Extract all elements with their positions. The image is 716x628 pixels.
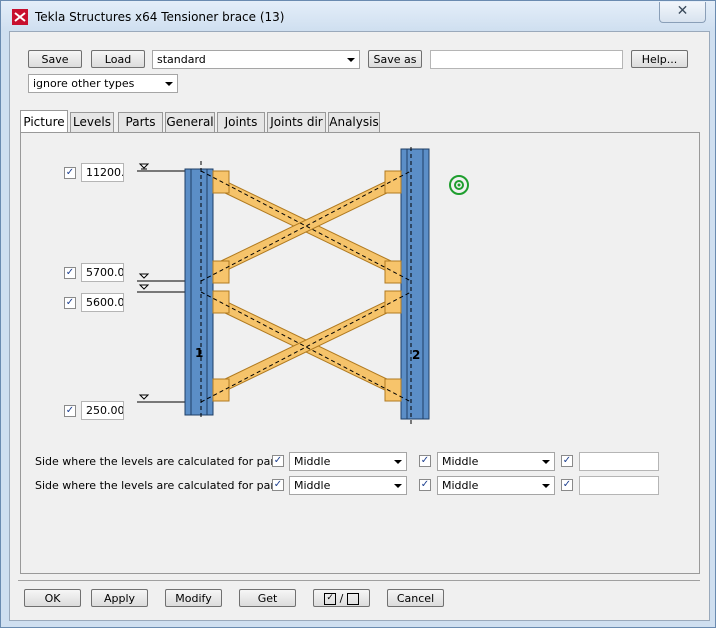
filter-value: ignore other types (33, 77, 135, 90)
column-right (400, 147, 430, 427)
level-input-2[interactable]: 5700.00 (81, 263, 124, 282)
cancel-button[interactable]: Cancel (387, 589, 444, 607)
window-title: Tekla Structures x64 Tensioner brace (13… (35, 10, 285, 24)
picture-panel: 1 2 ✓ 11200.0 ✓ 5700.00 ✓ 5600.00 ✓ 250.… (20, 132, 700, 574)
tab-joints[interactable]: Joints (217, 112, 265, 132)
side-row-1-select-1[interactable]: Middle (289, 452, 407, 471)
side-row-2-checkbox-3[interactable]: ✓ (561, 479, 573, 491)
chevron-down-icon (165, 82, 173, 86)
side-row-1-select-2[interactable]: Middle (437, 452, 555, 471)
save-as-input[interactable] (430, 50, 623, 69)
dialog-window: Tekla Structures x64 Tensioner brace (13… (0, 0, 716, 628)
chevron-down-icon (394, 460, 402, 464)
close-button[interactable]: ✕ (659, 2, 706, 23)
apply-button[interactable]: Apply (91, 589, 148, 607)
tab-levels[interactable]: Levels (70, 112, 114, 132)
unchecked-box-icon (346, 593, 359, 605)
side-row-1-checkbox-2[interactable]: ✓ (419, 455, 431, 467)
level-checkbox-2[interactable]: ✓ (64, 267, 76, 279)
help-button[interactable]: Help... (631, 50, 688, 68)
level-input-3[interactable]: 5600.00 (81, 293, 124, 312)
chevron-down-icon (542, 460, 550, 464)
side-row-1-input[interactable] (579, 452, 659, 471)
tekla-logo-icon (12, 9, 28, 25)
side-row-2-checkbox-2[interactable]: ✓ (419, 479, 431, 491)
close-icon: ✕ (676, 3, 689, 19)
ok-button[interactable]: OK (24, 589, 81, 607)
preset-value: standard (157, 53, 206, 66)
column-right-label: 2 (412, 348, 420, 362)
load-button[interactable]: Load (91, 50, 145, 68)
modify-button[interactable]: Modify (165, 589, 222, 607)
dialog-body: Save Load standard Save as Help... ignor… (9, 31, 710, 621)
tab-picture[interactable]: Picture (20, 110, 68, 132)
filter-select[interactable]: ignore other types (28, 74, 178, 93)
tab-analysis[interactable]: Analysis (328, 112, 380, 132)
bottom-button-bar: OK Apply Modify Get ✓ / Cancel (10, 586, 709, 616)
side-row-2-select-1-value: Middle (294, 479, 331, 492)
toggle-separator: / (339, 592, 344, 605)
divider (18, 580, 700, 581)
chevron-down-icon (542, 484, 550, 488)
tab-general[interactable]: General (165, 112, 215, 132)
side-row-2-input[interactable] (579, 476, 659, 495)
title-bar[interactable]: Tekla Structures x64 Tensioner brace (13… (1, 1, 715, 31)
column-left (184, 161, 214, 417)
chevron-down-icon (394, 484, 402, 488)
side-row-2-select-2-value: Middle (442, 479, 479, 492)
tensioner-brace-diagram: 1 2 (137, 147, 469, 427)
side-row-1-select-2-value: Middle (442, 455, 479, 468)
side-row-1-checkbox-3[interactable]: ✓ (561, 455, 573, 467)
target-icon[interactable] (449, 175, 469, 195)
side-row-2-select-2[interactable]: Middle (437, 476, 555, 495)
chevron-down-icon (347, 58, 355, 62)
level-checkbox-1[interactable]: ✓ (64, 167, 76, 179)
side-row-2-label: Side where the levels are calculated for… (35, 479, 280, 492)
save-button[interactable]: Save (28, 50, 82, 68)
level-checkbox-4[interactable]: ✓ (64, 405, 76, 417)
level-input-4[interactable]: 250.00 (81, 401, 124, 420)
level-checkbox-3[interactable]: ✓ (64, 297, 76, 309)
toggle-checkboxes-button[interactable]: ✓ / (313, 589, 370, 607)
get-button[interactable]: Get (239, 589, 296, 607)
checked-box-icon: ✓ (324, 593, 337, 605)
side-row-2-checkbox-1[interactable]: ✓ (272, 479, 284, 491)
tab-joints-dir[interactable]: Joints dir (267, 112, 326, 132)
save-as-button[interactable]: Save as (368, 50, 422, 68)
level-input-1[interactable]: 11200.0 (81, 163, 124, 182)
side-row-1-label: Side where the levels are calculated for… (35, 455, 280, 468)
column-left-label: 1 (195, 346, 203, 360)
side-row-1-checkbox-1[interactable]: ✓ (272, 455, 284, 467)
preset-select[interactable]: standard (152, 50, 360, 69)
side-row-2-select-1[interactable]: Middle (289, 476, 407, 495)
tab-parts[interactable]: Parts (118, 112, 163, 132)
side-row-1-select-1-value: Middle (294, 455, 331, 468)
